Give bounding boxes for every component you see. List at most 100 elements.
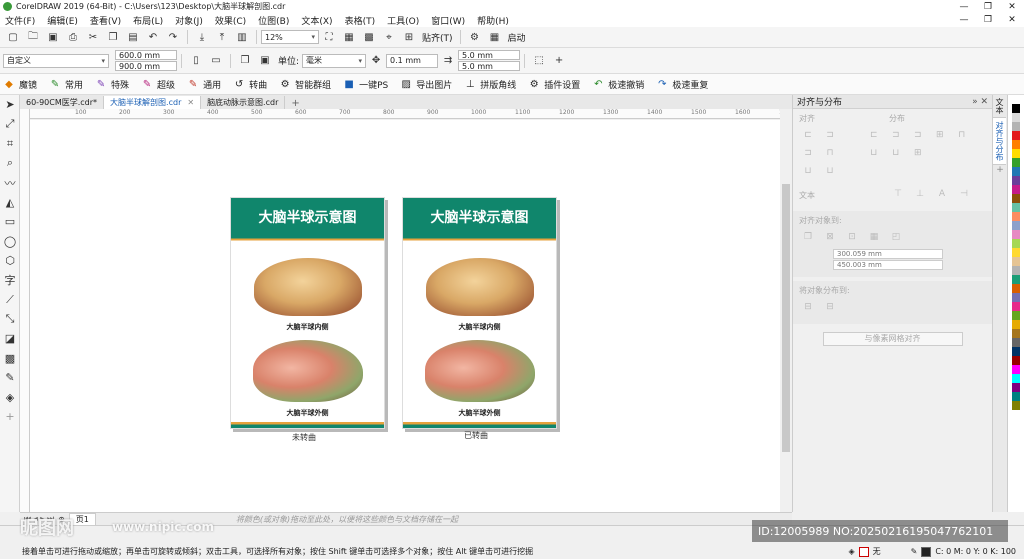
color-swatch[interactable] (1012, 230, 1020, 239)
artistic-media-icon[interactable]: ◭ (0, 193, 20, 213)
color-swatch[interactable] (1012, 194, 1020, 203)
menu-window[interactable]: 窗口(W) (431, 14, 465, 27)
pdf-icon[interactable]: ▥ (235, 30, 249, 44)
import-icon[interactable]: ⤓ (195, 30, 209, 44)
plugin-common[interactable]: ✎ 常用 (49, 78, 83, 91)
grid-align-icon[interactable]: ▦ (865, 232, 883, 246)
full-screen-icon[interactable]: ⛶ (322, 30, 336, 44)
doc-restore-button[interactable]: ❐ (976, 15, 1000, 25)
plugin-convert-curves[interactable]: ↺ 转曲 (233, 78, 267, 91)
color-swatch[interactable] (1012, 365, 1020, 374)
guidelines-icon[interactable]: ⌖ (382, 30, 396, 44)
undo-icon[interactable]: ↶ (146, 30, 160, 44)
doc-close-button[interactable]: ✕ (1000, 15, 1024, 25)
color-swatch[interactable] (1012, 122, 1020, 131)
open-folder-icon[interactable]: 🗀 (26, 30, 40, 44)
plugin-super[interactable]: ✎ 超级 (141, 78, 175, 91)
menu-edit[interactable]: 编辑(E) (47, 14, 78, 27)
menu-layout[interactable]: 布局(L) (133, 14, 163, 27)
distribute-spacing-icon[interactable]: ⊞ (931, 130, 949, 144)
menu-tools[interactable]: 工具(O) (387, 14, 419, 27)
color-swatch[interactable] (1012, 203, 1020, 212)
grid-icon[interactable]: ▩ (362, 30, 376, 44)
text-align-icon-2[interactable]: ⊥ (911, 189, 929, 203)
duplicate-x-input[interactable]: 5.0 mm (458, 50, 521, 60)
save-icon[interactable]: ▣ (46, 30, 60, 44)
vertical-ruler[interactable] (20, 109, 30, 512)
zoom-tool-icon[interactable]: ⌕ (0, 154, 20, 174)
parallel-dimension-icon[interactable]: ⟋ (0, 290, 20, 310)
plugin-quick-repeat[interactable]: ↷ 极速重复 (656, 78, 708, 91)
add-docker-icon[interactable]: + (993, 165, 1007, 175)
align-left-icon[interactable]: ⊏ (799, 130, 817, 144)
launch-dropdown[interactable]: 启动 (508, 31, 526, 44)
polygon-tool-icon[interactable]: ⬡ (0, 251, 20, 271)
color-swatch[interactable] (1012, 158, 1020, 167)
docker-tab-text[interactable]: 文本 (993, 95, 1006, 118)
menu-text[interactable]: 文本(X) (301, 14, 332, 27)
distribute-top-icon[interactable]: ⊓ (953, 130, 971, 144)
color-swatch[interactable] (1012, 239, 1020, 248)
page-height-input[interactable]: 900.0 mm (115, 61, 177, 71)
align-point-y-input[interactable]: 450.003 mm (833, 260, 943, 270)
menu-view[interactable]: 查看(V) (90, 14, 121, 27)
outline-icon[interactable]: ✎ (911, 547, 918, 556)
fill-icon[interactable]: ◈ (848, 547, 854, 556)
snap-icon[interactable]: ⊞ (402, 30, 416, 44)
tab-brain-hemisphere[interactable]: 大脑半球解剖图.cdr ✕ (104, 96, 202, 109)
eyedropper-tool-icon[interactable]: ✎ (0, 368, 20, 388)
color-swatch[interactable] (1012, 140, 1020, 149)
drop-shadow-icon[interactable]: ◪ (0, 329, 20, 349)
distribute-bottom-icon[interactable]: ⊔ (887, 148, 905, 162)
docker-tab-align[interactable]: 对齐与分布 (993, 118, 1006, 165)
print-icon[interactable]: ⎙ (66, 30, 80, 44)
transparency-tool-icon[interactable]: ▩ (0, 349, 20, 369)
plugin-quick-undo[interactable]: ↶ 极速撤销 (592, 78, 644, 91)
color-swatch[interactable] (1012, 257, 1020, 266)
tab-cerebral-artery[interactable]: 脑底动脉示意图.cdr (201, 96, 286, 109)
options-gear-icon[interactable]: ⚙ (468, 30, 482, 44)
text-tool-icon[interactable]: 字 (0, 271, 20, 291)
color-swatch[interactable] (1012, 320, 1020, 329)
tab-60-90cm[interactable]: 60-90CM医学.cdr* (20, 96, 105, 109)
all-pages-icon[interactable]: ❐ (238, 54, 252, 68)
plugin-mojing[interactable]: ◆ 魔镜 (3, 78, 37, 91)
pick-tool-icon[interactable]: ➤ (0, 95, 20, 115)
portrait-icon[interactable]: ▯ (189, 54, 203, 68)
snap-to-dropdown[interactable]: 贴齐(T) (422, 31, 453, 44)
cut-icon[interactable]: ✂ (86, 30, 100, 44)
color-swatch[interactable] (1012, 311, 1020, 320)
page-bleed-icon[interactable]: ⬚ (532, 54, 546, 68)
units-dropdown[interactable]: 毫米 (302, 53, 367, 68)
color-swatch[interactable] (1012, 329, 1020, 338)
color-swatch[interactable] (1012, 113, 1020, 122)
plugin-crop-marks[interactable]: ⊥ 拼版角线 (464, 78, 516, 91)
shape-tool-icon[interactable]: ⤢ (0, 115, 20, 135)
color-swatch[interactable] (1012, 104, 1020, 113)
align-point-x-input[interactable]: 300.059 mm (833, 249, 943, 259)
connector-tool-icon[interactable]: ⤡ (0, 310, 20, 330)
plugin-one-click-ps[interactable]: ■ 一键PS (343, 78, 388, 91)
minimize-button[interactable]: — (952, 2, 976, 12)
outline-swatch[interactable] (921, 546, 932, 557)
text-align-icon-1[interactable]: ⊤ (889, 189, 907, 203)
color-swatch[interactable] (1012, 221, 1020, 230)
close-button[interactable]: ✕ (1000, 2, 1024, 12)
scrollbar-thumb[interactable] (782, 184, 790, 452)
color-swatch[interactable] (1012, 149, 1020, 158)
new-document-icon[interactable]: ▢ (6, 30, 20, 44)
distribute-center-icon[interactable]: ⊐ (887, 130, 905, 144)
page-extent-icon[interactable]: ⊟ (821, 302, 839, 316)
ellipse-tool-icon[interactable]: ◯ (0, 232, 20, 252)
color-swatch[interactable] (1012, 212, 1020, 221)
distribute-vspacing-icon[interactable]: ⊞ (909, 148, 927, 162)
application-launcher-icon[interactable]: ▦ (488, 30, 502, 44)
text-align-icon-3[interactable]: A (933, 189, 951, 203)
color-swatch[interactable] (1012, 302, 1020, 311)
zoom-level-dropdown[interactable]: 12% (261, 30, 319, 44)
duplicate-y-input[interactable]: 5.0 mm (458, 61, 521, 71)
crop-tool-icon[interactable]: ⌗ (0, 134, 20, 154)
color-swatch[interactable] (1012, 401, 1020, 410)
color-swatch[interactable] (1012, 266, 1020, 275)
page-width-input[interactable]: 600.0 mm (115, 50, 177, 60)
